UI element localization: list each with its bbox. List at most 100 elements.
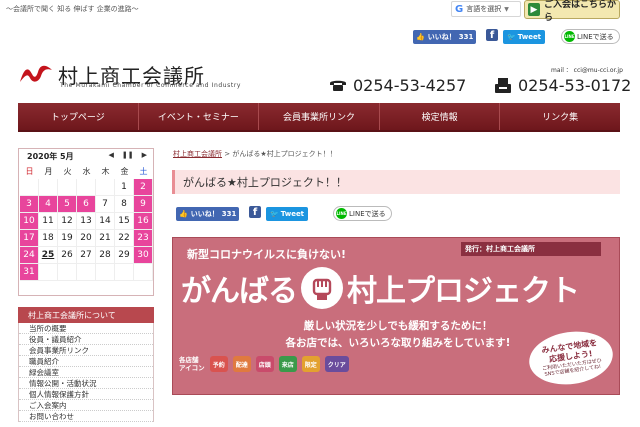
arrow-right-icon: ▶: [528, 3, 541, 16]
icon-legend-heading-1: 各店舗: [179, 356, 199, 364]
calendar-day[interactable]: 19: [58, 230, 77, 247]
calendar-day[interactable]: 6: [77, 196, 96, 213]
fist-icon: [301, 267, 343, 309]
calendar-next-icon[interactable]: ▶: [142, 151, 147, 159]
calendar-day[interactable]: 14: [96, 213, 115, 230]
sidebar-item-officers[interactable]: 役員・議員紹介: [19, 334, 153, 345]
sidebar-heading: 村上商工会議所について: [18, 307, 154, 323]
sidebar-item-disclosure[interactable]: 情報公開・活動状況: [19, 378, 153, 389]
calendar-day[interactable]: 29: [115, 247, 134, 264]
calendar-day[interactable]: 26: [58, 247, 77, 264]
calendar-prev-icon[interactable]: ◀: [108, 151, 113, 159]
tweet-label: Tweet: [280, 210, 305, 218]
calendar-empty-cell: [58, 179, 77, 196]
calendar-day[interactable]: 13: [77, 213, 96, 230]
calendar-weekday: 水: [77, 164, 96, 179]
breadcrumb-separator: >: [222, 150, 233, 158]
calendar-day[interactable]: 23: [134, 230, 153, 247]
calendar-day[interactable]: 12: [58, 213, 77, 230]
nav-item-top[interactable]: トップページ: [18, 103, 139, 130]
calendar-empty-cell: [134, 264, 153, 281]
contact-email: mail ： cci@mu-cci.or.jp: [551, 67, 623, 74]
line-share-button-content[interactable]: LINE LINEで送る: [333, 206, 392, 221]
nav-item-links[interactable]: リンク集: [500, 103, 620, 130]
join-button[interactable]: ▶ ご入会はこちらから: [524, 0, 620, 23]
calendar-day[interactable]: 21: [96, 230, 115, 247]
facebook-share-icon[interactable]: f: [486, 29, 498, 41]
nav-item-events[interactable]: イベント・セミナー: [138, 103, 260, 130]
logo-icon[interactable]: [18, 62, 54, 90]
chevron-down-icon: ▼: [504, 5, 509, 13]
telephone-icon: [330, 80, 346, 91]
calendar-day[interactable]: 25: [39, 247, 58, 264]
calendar-day[interactable]: 9: [134, 196, 153, 213]
calendar-day[interactable]: 1: [115, 179, 134, 196]
tweet-button[interactable]: 🐦 Tweet: [503, 30, 546, 44]
calendar-empty-cell: [77, 179, 96, 196]
sidebar-item-privacy[interactable]: 個人情報保護方針: [19, 389, 153, 400]
calendar-day[interactable]: 24: [20, 247, 39, 264]
calendar-day[interactable]: 11: [39, 213, 58, 230]
twitter-bird-icon: 🐦: [270, 210, 279, 218]
nav-item-member-links[interactable]: 会員事業所リンク: [259, 103, 380, 130]
calendar-day[interactable]: 3: [20, 196, 39, 213]
sidebar-item-meeting-room[interactable]: 緑会議室: [19, 367, 153, 378]
calendar-day[interactable]: 17: [20, 230, 39, 247]
thumbs-up-icon: 👍: [179, 210, 188, 218]
banner-headline-right: 村上プロジェクト: [347, 274, 580, 309]
calendar-empty-cell: [96, 179, 115, 196]
like-count: 331: [458, 33, 474, 41]
facebook-share-icon-content[interactable]: f: [249, 206, 261, 218]
phone-number: 0254-53-4257: [329, 76, 466, 95]
twitter-bird-icon: 🐦: [507, 33, 516, 41]
language-select-button[interactable]: G 言語を選択 ▼: [451, 1, 521, 17]
global-nav: トップページ イベント・セミナー 会員事業所リンク 検定情報 リンク集: [18, 103, 620, 132]
icon-legend-heading: 各店舗 アイコン: [179, 356, 205, 372]
calendar-day[interactable]: 15: [115, 213, 134, 230]
calendar-empty-cell: [58, 264, 77, 281]
site-title-english: The Murakami Chamber of Commerce and Ind…: [60, 82, 242, 89]
limited-chip: 限定: [301, 356, 320, 372]
calendar-weekday: 日: [20, 164, 39, 179]
fax-value: 0254-53-0172: [518, 76, 632, 95]
calendar-day[interactable]: 5: [58, 196, 77, 213]
phone-value: 0254-53-4257: [353, 76, 467, 95]
banner-subtitle: 新型コロナウイルスに負けない!: [187, 248, 347, 261]
google-icon: G: [455, 3, 464, 15]
calendar-day[interactable]: 28: [96, 247, 115, 264]
calendar-day[interactable]: 31: [20, 264, 39, 281]
facebook-like-button[interactable]: 👍 いいね！ 331: [413, 30, 477, 44]
facebook-like-button-content[interactable]: 👍 いいね！ 331: [176, 207, 240, 221]
join-button-label: ご入会はこちらから: [544, 0, 617, 23]
sidebar-item-staff[interactable]: 職員紹介: [19, 356, 153, 367]
calendar-day[interactable]: 16: [134, 213, 153, 230]
thumbs-up-icon: 👍: [416, 33, 425, 41]
sidebar-item-membership[interactable]: ご入会案内: [19, 400, 153, 411]
fax-icon: [495, 77, 511, 93]
calendar-pause-icon[interactable]: ❚❚: [122, 151, 134, 159]
calendar-day[interactable]: 4: [39, 196, 58, 213]
banner-icon-legend: 各店舗 アイコン 予約 配達 店頭 来店 限定 クリア: [179, 356, 349, 372]
sidebar-menu: 当所の概要 役員・議員紹介 会員事業所リンク 職員紹介 緑会議室 情報公開・活動…: [18, 323, 154, 422]
storefront-chip: 店頭: [255, 356, 274, 372]
calendar-day[interactable]: 10: [20, 213, 39, 230]
breadcrumb-home-link[interactable]: 村上商工会議所: [173, 150, 222, 158]
line-share-button[interactable]: LINE LINEで送る: [561, 29, 620, 44]
project-banner[interactable]: 新型コロナウイルスに負けない! 発行：村上商工会議所 がんばる 村上プロジェクト…: [172, 237, 620, 395]
calendar-day[interactable]: 20: [77, 230, 96, 247]
nav-item-exams[interactable]: 検定情報: [379, 103, 501, 130]
sidebar-item-overview[interactable]: 当所の概要: [19, 323, 153, 334]
sidebar-item-contact[interactable]: お問い合わせ: [19, 411, 153, 422]
calendar-day[interactable]: 27: [77, 247, 96, 264]
sidebar-item-member-links[interactable]: 会員事業所リンク: [19, 345, 153, 356]
calendar-day[interactable]: 7: [96, 196, 115, 213]
calendar-day[interactable]: 22: [115, 230, 134, 247]
line-label: LINEで送る: [349, 209, 386, 218]
tweet-button-content[interactable]: 🐦 Tweet: [266, 207, 309, 221]
calendar-day[interactable]: 18: [39, 230, 58, 247]
calendar-grid: 日月火水木金土 1 2 3 4 5 6 7 8 9 10 11 12 13 14 15 16 17 18 19 20 21…: [20, 164, 153, 281]
calendar-day[interactable]: 2: [134, 179, 153, 196]
calendar-day[interactable]: 8: [115, 196, 134, 213]
calendar-day[interactable]: 30: [134, 247, 153, 264]
calendar-empty-cell: [39, 179, 58, 196]
